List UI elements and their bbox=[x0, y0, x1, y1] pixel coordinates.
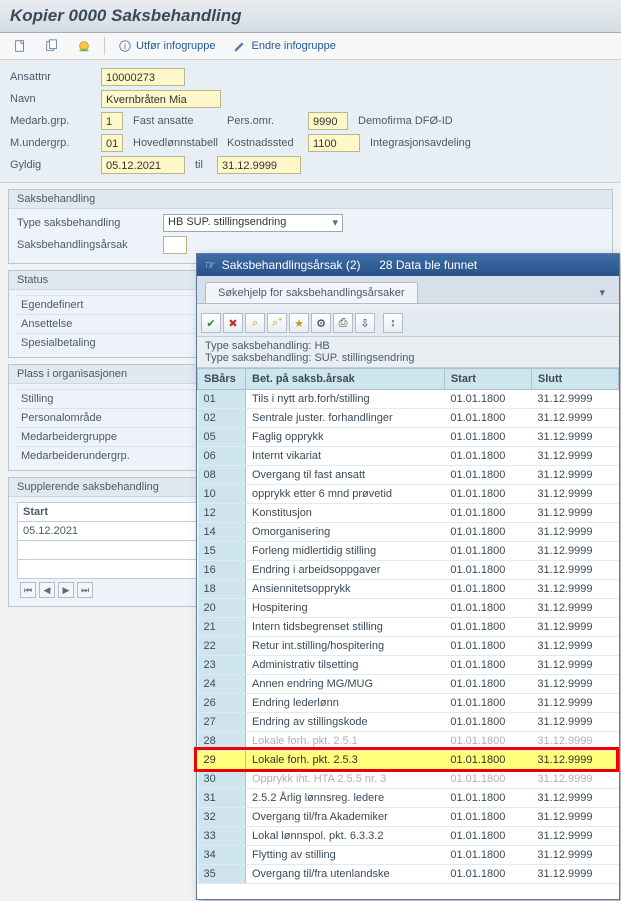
list-item[interactable]: 26Endring lederlønn01.01.180031.12.9999 bbox=[198, 694, 619, 713]
search-help-popup: ☞ Saksbehandlingsårsak (2) 28 Data ble f… bbox=[196, 253, 620, 900]
export-icon[interactable]: ⇩ bbox=[355, 313, 375, 333]
overview-icon[interactable] bbox=[72, 37, 96, 55]
list-item[interactable]: 02Sentrale juster. forhandlinger01.01.18… bbox=[198, 409, 619, 428]
popup-toolbar: ✔ ✖ ⌕ ⌕⁺ ★ ⚙ ⎙ ⇩ ↕ bbox=[197, 310, 619, 337]
popup-tab-searchhelp[interactable]: Søkehjelp for saksbehandlingsårsaker bbox=[205, 282, 418, 303]
til-label: til bbox=[191, 159, 211, 171]
gyldig-label: Gyldig bbox=[10, 159, 95, 171]
list-item[interactable]: 12Konstitusjon01.01.180031.12.9999 bbox=[198, 504, 619, 523]
list-item[interactable]: 28Lokale forh. pkt. 2.5.101.01.180031.12… bbox=[198, 732, 619, 751]
accept-icon[interactable]: ✔ bbox=[201, 313, 221, 333]
doc-new-icon[interactable] bbox=[8, 37, 32, 55]
list-item[interactable]: 32Overgang til/fra Akademiker01.01.18003… bbox=[198, 808, 619, 827]
saksbehandlingsarsak-label: Saksbehandlingsårsak bbox=[17, 239, 157, 251]
ansattnr-field[interactable]: 10000273 bbox=[101, 68, 185, 86]
medarbgrp-desc: Fast ansatte bbox=[129, 115, 221, 127]
list-item[interactable]: 34Flytting av stilling01.01.180031.12.99… bbox=[198, 846, 619, 865]
persomr-field[interactable]: 9990 bbox=[308, 112, 348, 130]
type-saksbehandling-select[interactable]: HB SUP. stillingsendring bbox=[163, 214, 343, 232]
last-page-icon[interactable]: ⏭ bbox=[77, 582, 93, 598]
medarbgrp-label: Medarb.grp. bbox=[10, 115, 95, 127]
col-start[interactable]: Start bbox=[444, 369, 531, 390]
doc-copy-icon[interactable] bbox=[40, 37, 64, 55]
col-slutt[interactable]: Slutt bbox=[531, 369, 618, 390]
mundergrp-field[interactable]: 01 bbox=[101, 134, 123, 152]
persomr-desc: Demofirma DFØ-ID bbox=[354, 115, 453, 127]
list-item[interactable]: 20Hospitering01.01.180031.12.9999 bbox=[198, 599, 619, 618]
list-item[interactable]: 35Overgang til/fra utenlandske01.01.1800… bbox=[198, 865, 619, 884]
endre-infogruppe-button[interactable]: Endre infogruppe bbox=[228, 37, 340, 55]
mundergrp-label: M.undergrp. bbox=[10, 137, 95, 149]
saksbehandling-title: Saksbehandling bbox=[9, 190, 612, 209]
list-item[interactable]: 23Administrativ tilsetting01.01.180031.1… bbox=[198, 656, 619, 675]
svg-text:i: i bbox=[124, 42, 126, 52]
chevron-down-icon[interactable]: ▾ bbox=[593, 282, 611, 303]
list-item[interactable]: 08Overgang til fast ansatt01.01.180031.1… bbox=[198, 466, 619, 485]
favorite-icon[interactable]: ★ bbox=[289, 313, 309, 333]
prev-page-icon[interactable]: ◀ bbox=[39, 582, 55, 598]
list-item[interactable]: 27Endring av stillingskode01.01.180031.1… bbox=[198, 713, 619, 732]
list-item[interactable]: 24Annen endring MG/MUG01.01.180031.12.99… bbox=[198, 675, 619, 694]
next-page-icon[interactable]: ▶ bbox=[58, 582, 74, 598]
kostnadssted-label: Kostnadssted bbox=[227, 137, 302, 149]
mundergrp-desc: Hovedlønnstabell bbox=[129, 137, 221, 149]
form-area: Ansattnr 10000273 Navn Kvernbråten Mia M… bbox=[0, 60, 621, 183]
ansattnr-label: Ansattnr bbox=[10, 71, 95, 83]
medarbgrp-field[interactable]: 1 bbox=[101, 112, 123, 130]
popup-title-text: Saksbehandlingsårsak (2) bbox=[222, 258, 361, 272]
first-page-icon[interactable]: ⏮ bbox=[20, 582, 36, 598]
list-item[interactable]: 30Opprykk iht. HTA 2.5.5 nr. 301.01.1800… bbox=[198, 770, 619, 789]
type-saksbehandling-label: Type saksbehandling bbox=[17, 217, 157, 229]
list-item[interactable]: 06Internt vikariat01.01.180031.12.9999 bbox=[198, 447, 619, 466]
popup-tabs: Søkehjelp for saksbehandlingsårsaker ▾ bbox=[197, 276, 619, 304]
settings-icon[interactable]: ⚙ bbox=[311, 313, 331, 333]
popup-title-count: 28 Data ble funnet bbox=[379, 258, 477, 272]
list-item[interactable]: 29Lokale forh. pkt. 2.5.301.01.180031.12… bbox=[198, 751, 619, 770]
list-item[interactable]: 14Omorganisering01.01.180031.12.9999 bbox=[198, 523, 619, 542]
utfor-infogruppe-button[interactable]: i Utfør infogruppe bbox=[113, 37, 220, 55]
endre-label: Endre infogruppe bbox=[251, 40, 335, 52]
saksbehandlingsarsak-field[interactable] bbox=[163, 236, 187, 254]
popup-info-line: Type saksbehandling: HB bbox=[205, 340, 611, 352]
kostnadssted-field[interactable]: 1100 bbox=[308, 134, 360, 152]
popup-title-icon: ☞ bbox=[205, 258, 216, 272]
kostnadssted-desc: Integrasjonsavdeling bbox=[366, 137, 471, 149]
binoculars-icon[interactable]: ⌕⁺ bbox=[267, 313, 287, 333]
popup-info-line: Type saksbehandling: SUP. stillingsendri… bbox=[205, 352, 611, 364]
navn-field[interactable]: Kvernbråten Mia bbox=[101, 90, 221, 108]
filter-icon[interactable]: ⌕ bbox=[245, 313, 265, 333]
page-header: Kopier 0000 Saksbehandling bbox=[0, 0, 621, 33]
list-item[interactable]: 10opprykk etter 6 mnd prøvetid01.01.1800… bbox=[198, 485, 619, 504]
gyldig-til-field[interactable]: 31.12.9999 bbox=[217, 156, 301, 174]
popup-table: SBårs Bet. på saksb.årsak Start Slutt 01… bbox=[197, 368, 619, 884]
page-title: Kopier 0000 Saksbehandling bbox=[10, 6, 611, 26]
list-item[interactable]: 312.5.2 Årlig lønnsreg. ledere01.01.1800… bbox=[198, 789, 619, 808]
list-item[interactable]: 16Endring i arbeidsoppgaver01.01.180031.… bbox=[198, 561, 619, 580]
gyldig-fra-field[interactable]: 05.12.2021 bbox=[101, 156, 185, 174]
list-item[interactable]: 15Forleng midlertidig stilling01.01.1800… bbox=[198, 542, 619, 561]
main-toolbar: i Utfør infogruppe Endre infogruppe bbox=[0, 33, 621, 60]
popup-table-wrap[interactable]: SBårs Bet. på saksb.årsak Start Slutt 01… bbox=[197, 368, 619, 899]
list-item[interactable]: 05Faglig opprykk01.01.180031.12.9999 bbox=[198, 428, 619, 447]
col-sbars[interactable]: SBårs bbox=[198, 369, 246, 390]
popup-titlebar: ☞ Saksbehandlingsårsak (2) 28 Data ble f… bbox=[197, 254, 619, 276]
list-item[interactable]: 21Intern tidsbegrenset stilling01.01.180… bbox=[198, 618, 619, 637]
persomr-label: Pers.omr. bbox=[227, 115, 302, 127]
col-bet[interactable]: Bet. på saksb.årsak bbox=[246, 369, 445, 390]
close-icon[interactable]: ✖ bbox=[223, 313, 243, 333]
list-item[interactable]: 01Tils i nytt arb.forh/stilling01.01.180… bbox=[198, 390, 619, 409]
navn-label: Navn bbox=[10, 93, 95, 105]
popup-info: Type saksbehandling: HB Type saksbehandl… bbox=[197, 337, 619, 368]
utfor-label: Utfør infogruppe bbox=[136, 40, 215, 52]
sort-icon[interactable]: ↕ bbox=[383, 313, 403, 333]
print-icon[interactable]: ⎙ bbox=[333, 313, 353, 333]
list-item[interactable]: 33Lokal lønnspol. pkt. 6.3.3.201.01.1800… bbox=[198, 827, 619, 846]
list-item[interactable]: 22Retur int.stilling/hospitering01.01.18… bbox=[198, 637, 619, 656]
list-item[interactable]: 18Ansiennitetsopprykk01.01.180031.12.999… bbox=[198, 580, 619, 599]
